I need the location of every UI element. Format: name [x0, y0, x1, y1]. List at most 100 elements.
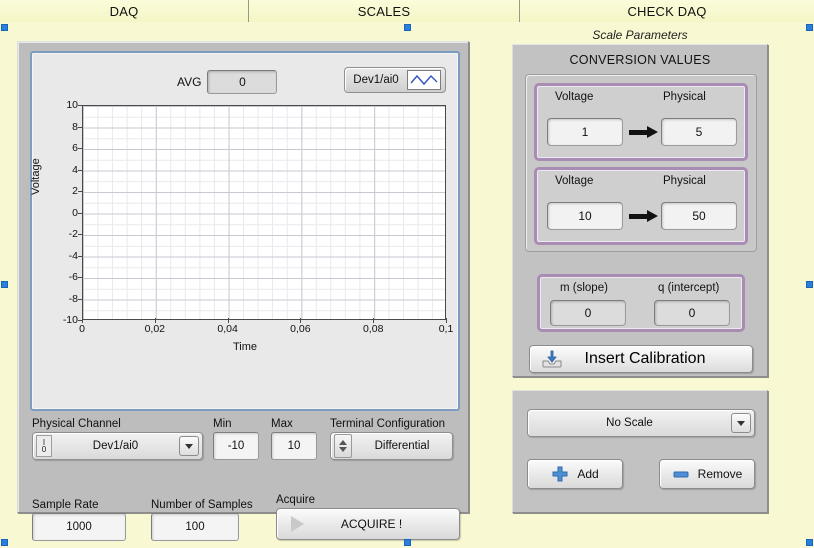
- insert-calibration-icon: [540, 349, 564, 369]
- conversion-values-header: CONVERSION VALUES: [569, 53, 711, 67]
- y-tick-label: -4: [68, 249, 78, 262]
- conversion-row-2: Voltage Physical 10 50: [534, 167, 748, 245]
- y-tick-label: 10: [66, 99, 78, 111]
- number-of-samples-group: Number of Samples 100: [151, 499, 253, 541]
- acquire-label: Acquire: [276, 494, 315, 506]
- x-tick-label: 0,08: [362, 323, 384, 335]
- x-tick-mark: [446, 318, 447, 323]
- y-axis-title: Voltage: [30, 158, 42, 195]
- y-axis-labels: 10 8 6 4 2 0 -2 -4 -6 -8 -10: [50, 99, 82, 326]
- max-input[interactable]: 10: [271, 432, 317, 460]
- tab-scales[interactable]: SCALES: [249, 0, 520, 22]
- scale-parameters-title: Scale Parameters: [592, 28, 688, 42]
- add-button[interactable]: Add: [527, 459, 623, 489]
- avg-indicator: AVG 0: [177, 70, 278, 94]
- x-tick-mark: [154, 318, 156, 323]
- tab-check-daq[interactable]: CHECK DAQ: [520, 0, 814, 22]
- arrow-right-icon: [629, 126, 658, 138]
- tab-bar: DAQ SCALES CHECK DAQ: [0, 0, 814, 22]
- selection-handle-top-center[interactable]: [404, 24, 411, 31]
- insert-calibration-button[interactable]: Insert Calibration: [529, 345, 753, 373]
- sample-rate-input[interactable]: 1000: [32, 513, 126, 541]
- scale-parameters-panel: CONVERSION VALUES Voltage Physical 1 5 V…: [512, 44, 768, 377]
- avg-label: AVG: [177, 75, 202, 89]
- acquire-button-label: ACQUIRE !: [340, 517, 403, 531]
- io-icon: I0: [36, 435, 52, 457]
- slope-intercept-box: m (slope) q (intercept) 0 0: [537, 274, 745, 332]
- sample-rate-label: Sample Rate: [32, 499, 99, 511]
- app-window: DAQ SCALES CHECK DAQ AVG 0 Dev1/ai0 Volt…: [0, 0, 814, 548]
- physical-channel-label: Physical Channel: [32, 418, 121, 430]
- physical-input-2[interactable]: 50: [661, 202, 737, 230]
- acquire-group: Acquire ACQUIRE !: [276, 494, 460, 540]
- physical-label-1: Physical: [663, 91, 706, 103]
- physical-input-1[interactable]: 5: [661, 118, 737, 146]
- scale-select-value: No Scale: [606, 417, 653, 429]
- intercept-value: 0: [654, 300, 730, 326]
- physical-label-2: Physical: [663, 175, 706, 187]
- y-tick-label: -2: [68, 228, 78, 240]
- y-tick-label: -8: [68, 292, 78, 305]
- daq-panel: AVG 0 Dev1/ai0 Voltage 10 8 6 4 2 0 -2 -4 -6 -8 -1…: [17, 41, 469, 541]
- add-button-label: Add: [577, 467, 599, 481]
- x-tick-mark: [300, 318, 302, 323]
- terminal-configuration-select[interactable]: Differential: [330, 432, 453, 460]
- avg-value: 0: [207, 70, 278, 94]
- physical-channel-group: Physical Channel I0 Dev1/ai0: [32, 418, 203, 460]
- chevron-down-icon[interactable]: [179, 436, 199, 456]
- min-group: Min -10: [213, 418, 259, 460]
- play-icon: [291, 516, 304, 532]
- selection-handle-bottom-left[interactable]: [1, 539, 8, 546]
- remove-button[interactable]: Remove: [659, 459, 755, 489]
- physical-channel-value: Dev1/ai0: [92, 440, 139, 452]
- remove-button-label: Remove: [697, 467, 743, 481]
- plus-icon: [551, 465, 569, 483]
- voltage-input-2[interactable]: 10: [547, 202, 623, 230]
- x-tick-mark: [227, 318, 229, 323]
- tab-daq[interactable]: DAQ: [0, 0, 249, 22]
- min-input[interactable]: -10: [213, 432, 259, 460]
- x-tick-label: 0: [79, 323, 85, 335]
- insert-calibration-label: Insert Calibration: [584, 350, 706, 367]
- chevron-down-icon[interactable]: [731, 413, 751, 433]
- physical-channel-select[interactable]: I0 Dev1/ai0: [32, 432, 203, 460]
- conversion-row-1: Voltage Physical 1 5: [534, 83, 748, 161]
- slope-value: 0: [550, 300, 626, 326]
- slope-label: m (slope): [560, 282, 608, 294]
- x-tick-label: 0,02: [144, 323, 166, 335]
- arrow-right-icon: [629, 210, 658, 222]
- voltage-label-2: Voltage: [555, 175, 594, 187]
- plot-line-icon[interactable]: [407, 70, 441, 90]
- minus-icon: [672, 465, 690, 483]
- max-label: Max: [271, 418, 293, 430]
- x-tick-label: 0,04: [217, 323, 238, 335]
- sample-rate-group: Sample Rate 1000: [32, 499, 126, 541]
- selection-handle-top-right[interactable]: [806, 24, 813, 31]
- number-of-samples-input[interactable]: 100: [151, 513, 239, 541]
- terminal-configuration-value: Differential: [374, 440, 430, 452]
- x-axis-title: Time: [232, 341, 258, 353]
- scale-select[interactable]: No Scale: [527, 409, 755, 437]
- scale-selection-panel: No Scale Add Remove: [512, 390, 768, 513]
- plot-area[interactable]: [82, 105, 446, 320]
- min-label: Min: [213, 418, 232, 430]
- y-tick-label: 8: [72, 120, 78, 133]
- terminal-configuration-label: Terminal Configuration: [330, 418, 446, 430]
- intercept-label: q (intercept): [658, 282, 720, 294]
- y-tick-label: 2: [72, 185, 78, 197]
- waveform-graph[interactable]: AVG 0 Dev1/ai0 Voltage 10 8 6 4 2 0 -2 -4 -6 -8 -1…: [30, 51, 460, 411]
- y-tick-label: -10: [62, 314, 78, 326]
- selection-handle-bottom-center[interactable]: [404, 539, 411, 546]
- x-tick-mark: [82, 318, 83, 323]
- selection-handle-middle-left[interactable]: [1, 281, 8, 288]
- y-tick-label: 4: [72, 163, 78, 176]
- spinner-icon[interactable]: [334, 434, 352, 458]
- conversion-values-box: Voltage Physical 1 5 Voltage Physical 10…: [525, 74, 757, 252]
- selection-handle-middle-right[interactable]: [806, 281, 813, 288]
- selection-handle-bottom-right[interactable]: [806, 539, 813, 546]
- plot-legend[interactable]: Dev1/ai0: [344, 67, 446, 93]
- voltage-input-1[interactable]: 1: [547, 118, 623, 146]
- acquire-button[interactable]: ACQUIRE !: [276, 508, 460, 540]
- selection-handle-top-left[interactable]: [1, 24, 8, 31]
- y-tick-label: 0: [72, 206, 78, 219]
